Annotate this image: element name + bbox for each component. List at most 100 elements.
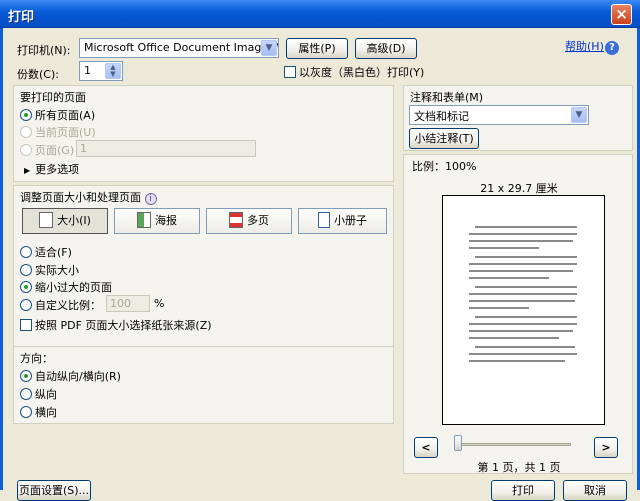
next-page-button[interactable]: > [594,437,618,458]
shrink-radio[interactable] [20,281,32,293]
more-options-toggle[interactable]: ▶ 更多选项 [24,161,79,177]
copies-value: 1 [84,64,91,77]
pages-range-option[interactable]: 页面(G) [20,142,74,158]
grayscale-label: 以灰度（黑白色）打印(Y) [299,66,425,79]
text-line [469,293,577,295]
pages-current-radio[interactable] [20,126,32,138]
tile-size[interactable]: 大小(I) [22,208,108,234]
landscape-radio[interactable] [20,406,32,418]
text-line [469,323,577,325]
info-icon[interactable]: i [144,193,157,205]
page-slider-thumb[interactable] [454,435,462,451]
printer-select[interactable]: Microsoft Office Document Image Writer ▼ [79,38,279,58]
sizing-panel: 调整页面大小和处理页面 i 大小(I) 海报 多页 小册子 适合(F) 实际大小… [13,185,394,371]
pdf-paper-option[interactable]: 按照 PDF 页面大小选择纸张来源(Z) [20,317,212,333]
actual-size-label: 实际大小 [35,264,79,277]
pages-current-option[interactable]: 当前页面(U) [20,124,96,140]
pages-all-radio[interactable] [20,109,32,121]
text-line [475,346,575,348]
pdf-paper-checkbox[interactable] [20,319,32,331]
triangle-right-icon: ▶ [24,166,31,175]
size-icon [39,212,54,228]
actual-size-option[interactable]: 实际大小 [20,262,79,278]
text-line [469,263,577,265]
shrink-label: 缩小过大的页面 [35,281,112,294]
tile-booklet[interactable]: 小册子 [298,208,387,234]
tile-poster-label: 海报 [155,214,177,227]
page-slider-track[interactable] [456,443,571,446]
printer-value: Microsoft Office Document Image Writer [84,41,278,54]
tile-poster[interactable]: 海报 [114,208,200,234]
comments-panel: 注释和表单(M) 文档和标记 ▼ 小结注释(T) [403,85,633,151]
spinner-icon[interactable]: ▲ ▼ [105,63,121,79]
fit-label: 适合(F) [35,246,72,259]
comments-value: 文档和标记 [414,110,469,123]
text-line [469,360,565,362]
comments-select[interactable]: 文档和标记 ▼ [409,105,589,125]
orientation-title: 方向： [20,352,53,365]
fit-option[interactable]: 适合(F) [20,244,72,260]
pdf-paper-label: 按照 PDF 页面大小选择纸张来源(Z) [35,319,212,332]
pages-panel: 要打印的页面 所有页面(A) 当前页面(U) 页面(G) 1 ▶ 更多选项 [13,85,394,182]
properties-button[interactable]: 属性(P) [286,38,348,59]
landscape-label: 横向 [35,406,57,419]
text-line [475,256,577,258]
portrait-option[interactable]: 纵向 [20,386,57,402]
copies-stepper[interactable]: 1 ▲ ▼ [79,61,123,81]
copies-label: 份数(C): [17,68,59,81]
text-line [469,247,539,249]
pages-range-input[interactable]: 1 [76,140,256,157]
poster-icon [137,212,151,228]
help-link[interactable]: 帮助(H) [565,38,604,54]
comments-title: 注释和表单(M) [410,91,484,104]
advanced-button[interactable]: 高级(D) [355,38,417,59]
preview-paper-size: 21 x 29.7 厘米 [480,182,558,195]
summarize-comments-button[interactable]: 小结注释(T) [409,128,479,149]
portrait-radio[interactable] [20,388,32,400]
cancel-button[interactable]: 取消 [563,480,627,501]
print-button[interactable]: 打印 [491,480,555,501]
grayscale-checkbox[interactable] [284,66,296,78]
preview-scale: 比例：100% [412,160,477,173]
percent-sign: % [154,297,165,310]
tile-multiple[interactable]: 多页 [206,208,292,234]
page-status: 第 1 页，共 1 页 [477,461,561,474]
pages-title: 要打印的页面 [20,91,86,104]
portrait-label: 纵向 [35,388,57,401]
close-button[interactable]: × [611,4,632,25]
help-icon[interactable]: ? [605,38,619,55]
pages-all-option[interactable]: 所有页面(A) [20,107,95,123]
printer-label: 打印机(N): [17,44,71,57]
text-line [475,316,577,318]
text-line [469,337,559,339]
auto-orientation-radio[interactable] [20,370,32,382]
booklet-icon [318,212,330,228]
page-setup-button[interactable]: 页面设置(S)... [17,480,91,501]
text-line [469,277,549,279]
text-line [469,330,573,332]
orientation-panel: 方向： 自动纵向/横向(R) 纵向 横向 [13,346,394,424]
pages-range-radio[interactable] [20,144,32,156]
tile-size-label: 大小(I) [57,214,91,227]
text-line [469,353,577,355]
auto-orientation-label: 自动纵向/横向(R) [35,370,121,383]
window-title: 打印 [8,10,35,25]
multiple-pages-icon [229,212,243,228]
auto-orientation-option[interactable]: 自动纵向/横向(R) [20,368,121,384]
prev-page-button[interactable]: < [414,437,438,458]
custom-scale-radio[interactable] [20,299,32,311]
shrink-option[interactable]: 缩小过大的页面 [20,279,112,295]
fit-radio[interactable] [20,246,32,258]
landscape-option[interactable]: 横向 [20,404,57,420]
custom-scale-option[interactable]: 自定义比例： [20,297,101,313]
text-line [469,233,577,235]
grayscale-option[interactable]: 以灰度（黑白色）打印(Y) [284,64,424,80]
tile-booklet-label: 小册子 [334,214,367,227]
title-bar: 打印 × [0,0,640,28]
actual-size-radio[interactable] [20,264,32,276]
text-line [475,286,577,288]
custom-scale-input[interactable]: 100 [106,295,150,312]
text-line [469,300,575,302]
more-options-label: 更多选项 [35,163,80,176]
preview-page [442,195,605,425]
